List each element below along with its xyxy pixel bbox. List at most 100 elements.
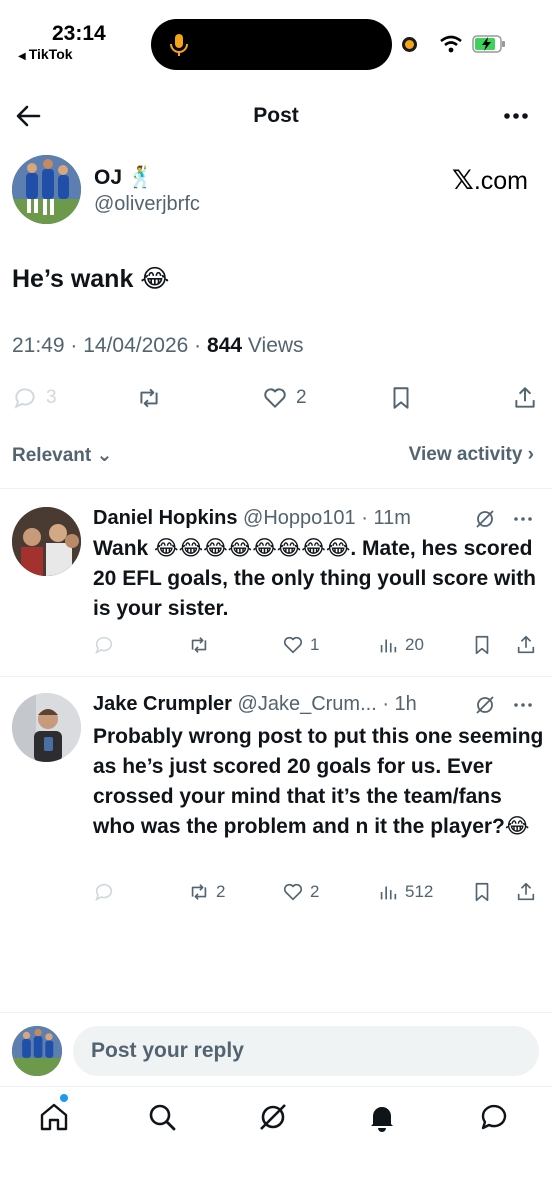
back-app-label: TikTok bbox=[28, 46, 73, 62]
microphone-icon bbox=[170, 34, 188, 56]
reply-top-icons bbox=[474, 694, 534, 716]
bookmark-icon bbox=[475, 635, 489, 655]
reply-button[interactable] bbox=[93, 634, 121, 656]
views-label: Views bbox=[247, 334, 304, 357]
sort-label: Relevant bbox=[12, 445, 92, 466]
repost-icon bbox=[191, 637, 207, 653]
more-options-icon[interactable] bbox=[512, 508, 534, 530]
repost-icon bbox=[140, 388, 158, 408]
search-icon bbox=[149, 1104, 176, 1131]
reply-age: 1h bbox=[394, 693, 417, 715]
divider bbox=[0, 676, 552, 677]
author-avatar[interactable] bbox=[12, 155, 81, 224]
reply-item[interactable]: Jake Crumpler @Jake_Crum... · 1h Probabl… bbox=[0, 686, 552, 918]
reply-header: Daniel Hopkins @Hoppo101 · 11m bbox=[93, 507, 411, 530]
reply-age: 11m bbox=[373, 507, 411, 529]
like-count: 2 bbox=[310, 882, 320, 901]
bottom-tab-bar bbox=[0, 1086, 552, 1200]
more-options-icon[interactable] bbox=[512, 694, 534, 716]
chevron-down-icon: ⌄ bbox=[96, 445, 113, 466]
reply-author-name[interactable]: Jake Crumpler bbox=[93, 693, 232, 715]
heart-icon bbox=[283, 636, 303, 654]
reply-icon bbox=[95, 636, 113, 654]
bookmark-button[interactable] bbox=[471, 634, 493, 656]
views-button[interactable]: 512 bbox=[377, 881, 433, 903]
reply-text: Wank 😂😂😂😂😂😂😂😂. Mate, hes scored 20 EFL g… bbox=[93, 537, 537, 620]
reply-icon bbox=[95, 883, 113, 901]
reply-avatar[interactable] bbox=[12, 507, 81, 576]
author-name[interactable]: OJ 🕺 bbox=[94, 166, 154, 190]
repost-button[interactable] bbox=[136, 380, 170, 416]
author-handle[interactable]: @oliverjbrfc bbox=[94, 193, 200, 216]
tab-grok[interactable] bbox=[257, 1101, 293, 1137]
my-avatar bbox=[12, 1026, 62, 1076]
reply-author-name[interactable]: Daniel Hopkins bbox=[93, 507, 237, 529]
repost-icon bbox=[191, 884, 207, 900]
reply-author-handle[interactable]: @Jake_Crum... bbox=[238, 693, 377, 715]
post-text: He’s wank 😂 bbox=[12, 265, 170, 293]
source-badge: 𝕏.com bbox=[452, 165, 528, 196]
reply-avatar[interactable] bbox=[12, 693, 81, 762]
football-photo-icon bbox=[12, 155, 81, 224]
tab-messages[interactable] bbox=[478, 1101, 514, 1137]
reply-button[interactable] bbox=[93, 881, 121, 903]
back-triangle-icon: ◀ bbox=[18, 51, 26, 62]
status-time: 23:14 bbox=[52, 22, 106, 45]
x-logo-icon: 𝕏 bbox=[452, 165, 474, 195]
recording-indicator bbox=[402, 37, 417, 52]
reply-input[interactable]: Post your reply bbox=[73, 1026, 539, 1076]
status-bar: 23:14 ◀ TikTok bbox=[0, 0, 552, 80]
share-button[interactable] bbox=[512, 380, 538, 416]
reply-item[interactable]: Daniel Hopkins @Hoppo101 · 11m Wank 😂😂😂😂… bbox=[0, 500, 552, 672]
repost-count: 2 bbox=[216, 882, 226, 901]
bookmark-icon bbox=[475, 882, 489, 902]
chevron-right-icon: › bbox=[527, 444, 534, 465]
source-badge-text: .com bbox=[473, 167, 528, 195]
top-nav: Post bbox=[0, 90, 552, 142]
reply-author-handle[interactable]: @Hoppo101 bbox=[243, 507, 356, 529]
post-date: 14/04/2026 bbox=[83, 334, 189, 357]
home-notification-dot bbox=[60, 1094, 68, 1102]
grok-icon bbox=[260, 1104, 286, 1130]
back-to-app-link[interactable]: ◀ TikTok bbox=[18, 46, 73, 62]
dynamic-island[interactable] bbox=[151, 19, 392, 70]
views-count: 844 bbox=[207, 334, 243, 357]
wifi-icon bbox=[440, 35, 462, 53]
bookmark-button[interactable] bbox=[388, 380, 414, 416]
share-button[interactable] bbox=[515, 881, 537, 903]
home-icon bbox=[40, 1103, 68, 1131]
repost-button[interactable]: 2 bbox=[188, 881, 225, 903]
separator-dot: · bbox=[376, 693, 395, 715]
like-count: 1 bbox=[310, 635, 320, 654]
share-icon bbox=[515, 387, 535, 408]
post-time: 21:49 bbox=[12, 334, 65, 357]
group-photo-icon bbox=[12, 507, 81, 576]
share-button[interactable] bbox=[515, 634, 537, 656]
like-button[interactable]: 2 bbox=[282, 881, 319, 903]
tab-notifications[interactable] bbox=[366, 1101, 402, 1137]
heart-icon bbox=[264, 388, 286, 408]
reply-button[interactable]: 3 bbox=[12, 380, 57, 416]
football-photo-icon bbox=[12, 1026, 62, 1076]
reply-text: Probably wrong post to put this one seem… bbox=[93, 725, 544, 838]
view-count: 512 bbox=[405, 882, 434, 901]
tab-search[interactable] bbox=[146, 1101, 182, 1137]
view-activity-link[interactable]: View activity › bbox=[409, 444, 534, 466]
grok-icon[interactable] bbox=[474, 694, 496, 716]
repost-button[interactable] bbox=[188, 634, 216, 656]
tab-home[interactable] bbox=[38, 1101, 74, 1137]
page-title: Post bbox=[253, 104, 299, 127]
share-icon bbox=[517, 882, 535, 901]
views-button[interactable]: 20 bbox=[377, 634, 424, 656]
divider bbox=[0, 488, 552, 489]
reply-count: 3 bbox=[46, 387, 57, 408]
share-icon bbox=[517, 635, 535, 654]
grok-icon[interactable] bbox=[474, 508, 496, 530]
battery-charging-icon bbox=[472, 35, 505, 53]
more-options-icon[interactable] bbox=[502, 104, 530, 128]
reply-header: Jake Crumpler @Jake_Crum... · 1h bbox=[93, 693, 417, 716]
like-button[interactable]: 2 bbox=[262, 380, 307, 416]
sort-dropdown[interactable]: Relevant ⌄ bbox=[12, 444, 112, 467]
like-button[interactable]: 1 bbox=[282, 634, 319, 656]
bookmark-button[interactable] bbox=[471, 881, 493, 903]
